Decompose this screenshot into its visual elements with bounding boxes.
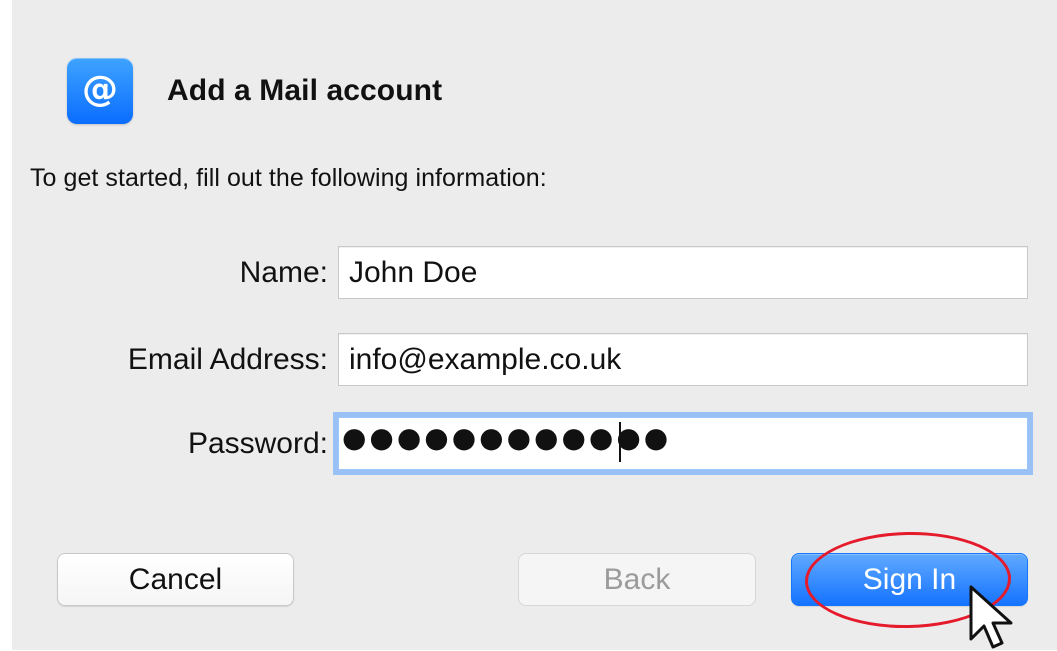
name-label: Name:: [239, 256, 328, 289]
password-label: Password:: [187, 427, 328, 460]
name-input[interactable]: [338, 246, 1028, 299]
at-sign-icon: @: [82, 69, 118, 110]
add-mail-account-dialog: @ Add a Mail account To get started, fil…: [12, 0, 1057, 650]
name-row: Name:: [12, 246, 1057, 299]
mail-account-icon: @: [67, 58, 133, 124]
email-address-input[interactable]: [338, 333, 1028, 386]
dialog-header: @ Add a Mail account: [67, 58, 442, 124]
password-row: Password:: [12, 417, 1057, 470]
instruction-text: To get started, fill out the following i…: [30, 164, 547, 192]
email-address-label: Email Address:: [127, 343, 328, 376]
password-input[interactable]: [338, 417, 1028, 470]
back-button[interactable]: Back: [518, 553, 756, 606]
sign-in-button[interactable]: Sign In: [791, 553, 1028, 606]
email-row: Email Address:: [12, 333, 1057, 386]
cancel-button[interactable]: Cancel: [57, 553, 294, 606]
dialog-title: Add a Mail account: [167, 74, 443, 107]
text-cursor: [619, 422, 621, 462]
